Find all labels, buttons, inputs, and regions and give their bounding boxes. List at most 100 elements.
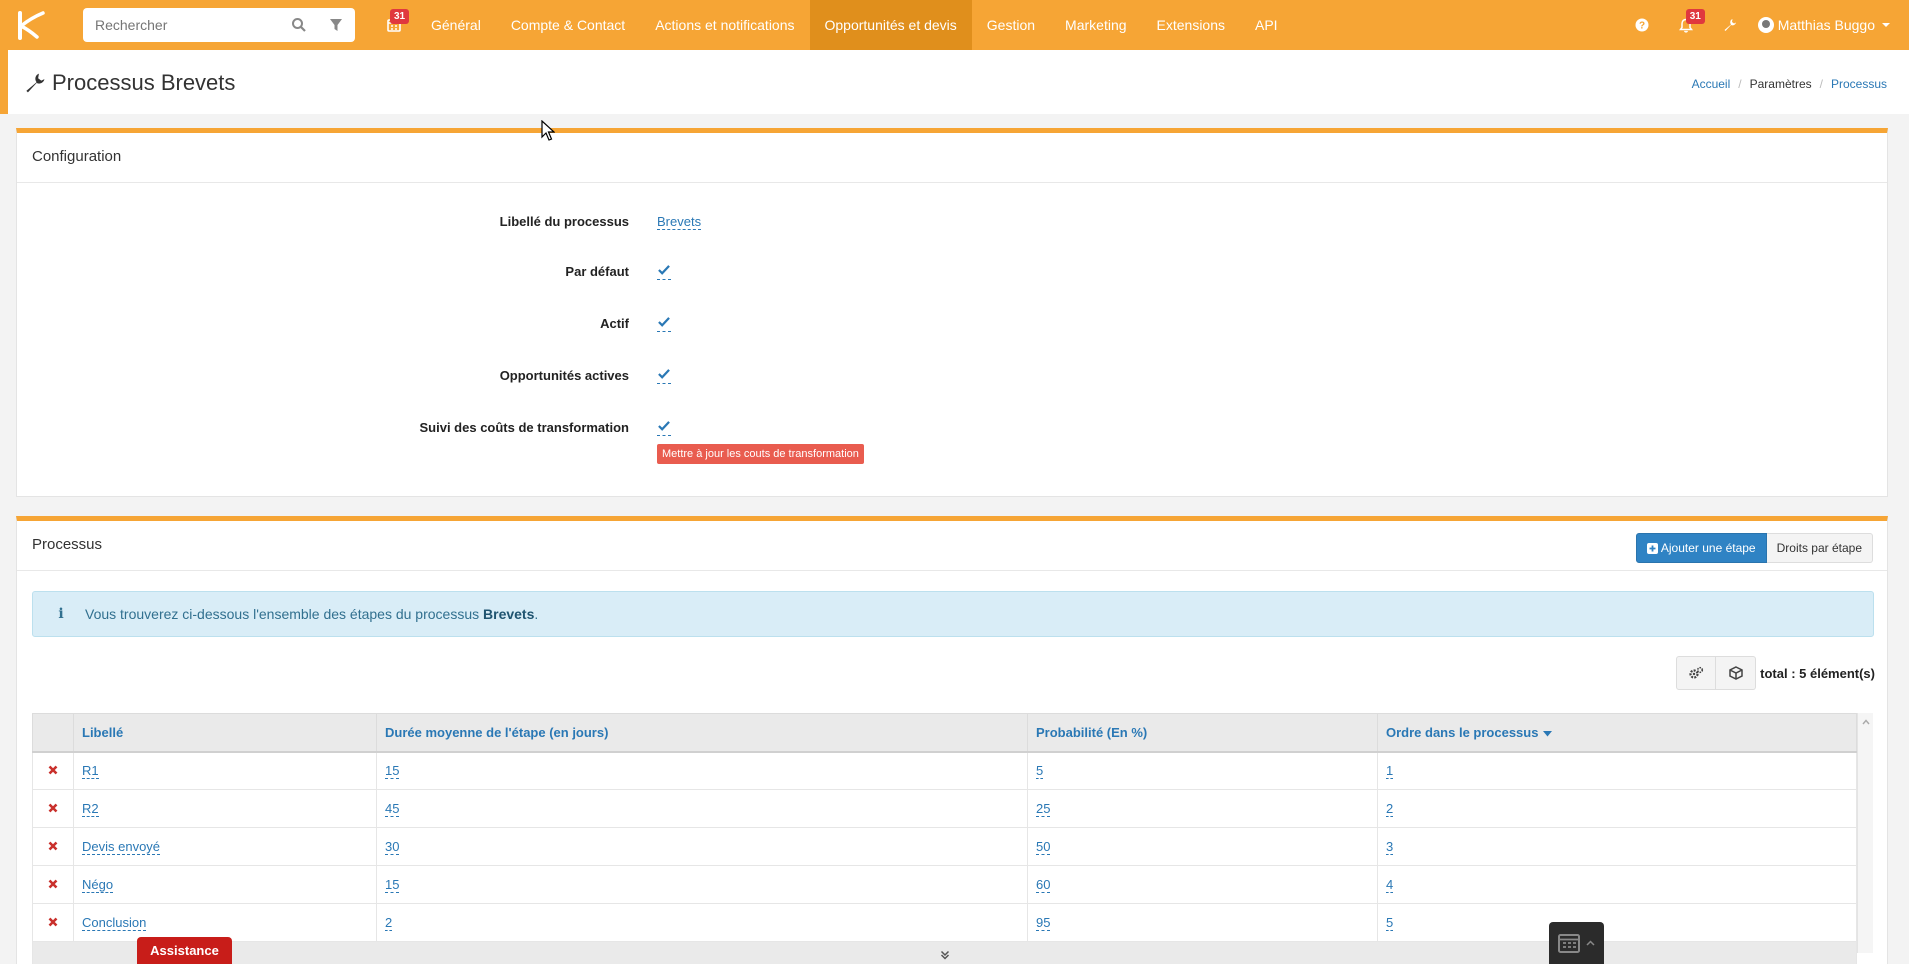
active-check-icon[interactable] xyxy=(657,316,671,332)
opportunities-label: Opportunités actives xyxy=(499,368,629,383)
help-button[interactable]: ? xyxy=(1620,0,1664,50)
table-row: Devis envoyé 30 50 3 xyxy=(32,827,1857,866)
cell-order: 5 xyxy=(1377,903,1857,942)
cell-label: Devis envoyé xyxy=(73,827,377,866)
col-probability[interactable]: Probabilité (En %) xyxy=(1027,713,1378,753)
search-input[interactable] xyxy=(95,17,275,33)
step-order[interactable]: 4 xyxy=(1386,877,1394,893)
cube-icon xyxy=(1728,666,1743,680)
delete-icon[interactable] xyxy=(48,841,58,851)
step-duration[interactable]: 45 xyxy=(385,801,400,817)
nav-compte-contact[interactable]: Compte & Contact xyxy=(496,0,640,50)
nav-marketing[interactable]: Marketing xyxy=(1050,0,1141,50)
user-name: Matthias Buggo xyxy=(1777,17,1875,33)
step-order[interactable]: 5 xyxy=(1386,915,1394,931)
step-label[interactable]: Devis envoyé xyxy=(82,839,161,855)
cell-probability: 95 xyxy=(1027,903,1378,942)
process-panel: Processus Ajouter une étape Droits par é… xyxy=(16,516,1888,964)
col-duration[interactable]: Durée moyenne de l'étape (en jours) xyxy=(376,713,1028,753)
nav-extensions[interactable]: Extensions xyxy=(1142,0,1240,50)
search-box xyxy=(83,8,355,42)
default-label: Par défaut xyxy=(565,264,629,279)
filter-icon[interactable] xyxy=(328,17,344,33)
process-actions: Ajouter une étape Droits par étape xyxy=(1635,533,1873,563)
page-title: Processus Brevets xyxy=(52,70,236,95)
assistance-button[interactable]: Assistance xyxy=(137,937,232,964)
step-probability[interactable]: 50 xyxy=(1036,839,1051,855)
rights-per-step-button[interactable]: Droits par étape xyxy=(1766,533,1873,563)
mouse-cursor-icon xyxy=(541,120,555,141)
step-duration[interactable]: 30 xyxy=(385,839,400,855)
breadcrumb-home[interactable]: Accueil xyxy=(1692,77,1731,91)
nav-general[interactable]: Général xyxy=(416,0,496,50)
table-header-row: Libellé Durée moyenne de l'étape (en jou… xyxy=(32,713,1857,753)
cell-probability: 5 xyxy=(1027,751,1378,790)
app-logo[interactable] xyxy=(0,0,60,50)
opportunities-check-icon[interactable] xyxy=(657,368,671,384)
step-order[interactable]: 3 xyxy=(1386,839,1394,855)
step-order[interactable]: 1 xyxy=(1386,763,1394,780)
info-process-name: Brevets xyxy=(483,606,535,622)
nav-opportunites-devis[interactable]: Opportunités et devis xyxy=(809,0,972,50)
costs-check-icon[interactable] xyxy=(657,420,671,436)
add-step-button[interactable]: Ajouter une étape xyxy=(1635,533,1767,563)
table-scrollbar[interactable] xyxy=(1857,713,1873,953)
step-probability[interactable]: 60 xyxy=(1036,877,1051,893)
scroll-up-icon[interactable] xyxy=(1862,719,1870,725)
default-check-icon[interactable] xyxy=(657,264,671,280)
calendar-widget-button[interactable] xyxy=(1549,922,1604,964)
cell-order: 1 xyxy=(1377,751,1857,790)
cell-order: 4 xyxy=(1377,865,1857,904)
breadcrumb-settings: Paramètres xyxy=(1749,77,1812,91)
total-count: total : 5 élément(s) xyxy=(1760,665,1875,681)
table-row: R1 15 5 1 xyxy=(32,751,1857,790)
step-duration[interactable]: 15 xyxy=(385,877,400,893)
update-costs-button[interactable]: Mettre à jour les couts de transformatio… xyxy=(657,444,864,464)
delete-icon[interactable] xyxy=(48,803,58,813)
col-order-label: Ordre dans le processus xyxy=(1386,724,1539,740)
calendar-button[interactable]: 31 xyxy=(372,0,416,50)
step-duration[interactable]: 15 xyxy=(385,763,400,780)
step-probability[interactable]: 95 xyxy=(1036,915,1051,931)
wrench-icon xyxy=(26,73,45,93)
export-button[interactable] xyxy=(1716,656,1757,690)
breadcrumb-separator: / xyxy=(1819,77,1823,91)
breadcrumb-current[interactable]: Processus xyxy=(1831,77,1887,91)
col-label[interactable]: Libellé xyxy=(73,713,377,753)
search-icon[interactable] xyxy=(291,17,307,33)
step-label[interactable]: Conclusion xyxy=(82,915,147,931)
cell-duration: 15 xyxy=(376,865,1028,904)
nav-actions-notifications[interactable]: Actions et notifications xyxy=(640,0,809,50)
delete-row-cell xyxy=(32,865,74,904)
step-label[interactable]: Négo xyxy=(82,877,114,893)
calendar-badge: 31 xyxy=(390,9,410,24)
cell-probability: 60 xyxy=(1027,865,1378,904)
double-chevron-down-icon xyxy=(940,950,949,960)
avatar xyxy=(1757,17,1774,33)
plus-square-icon xyxy=(1646,542,1658,554)
step-label[interactable]: R2 xyxy=(82,801,99,817)
info-alert: i Vous trouverez ci-dessous l'ensemble d… xyxy=(32,591,1874,637)
main-menu: 31 Général Compte & Contact Actions et n… xyxy=(372,0,1293,50)
step-order[interactable]: 2 xyxy=(1386,801,1394,817)
step-probability[interactable]: 5 xyxy=(1036,763,1044,780)
cell-label: R2 xyxy=(73,789,377,828)
delete-icon[interactable] xyxy=(48,917,58,927)
table-row: R2 45 25 2 xyxy=(32,789,1857,828)
cell-label: R1 xyxy=(73,751,377,790)
user-menu[interactable]: Matthias Buggo xyxy=(1757,17,1891,33)
delete-row-cell xyxy=(32,903,74,942)
delete-icon[interactable] xyxy=(48,765,58,775)
step-probability[interactable]: 25 xyxy=(1036,801,1051,817)
nav-api[interactable]: API xyxy=(1240,0,1293,50)
notifications-button[interactable]: 31 xyxy=(1664,0,1708,50)
step-duration[interactable]: 2 xyxy=(385,915,393,931)
step-label[interactable]: R1 xyxy=(82,763,99,780)
process-title: Processus xyxy=(17,521,1887,571)
col-order[interactable]: Ordre dans le processus xyxy=(1377,713,1857,753)
columns-settings-button[interactable] xyxy=(1676,656,1717,690)
process-name-value[interactable]: Brevets xyxy=(657,214,702,230)
settings-button[interactable] xyxy=(1708,0,1752,50)
delete-icon[interactable] xyxy=(48,879,58,889)
nav-gestion[interactable]: Gestion xyxy=(972,0,1050,50)
